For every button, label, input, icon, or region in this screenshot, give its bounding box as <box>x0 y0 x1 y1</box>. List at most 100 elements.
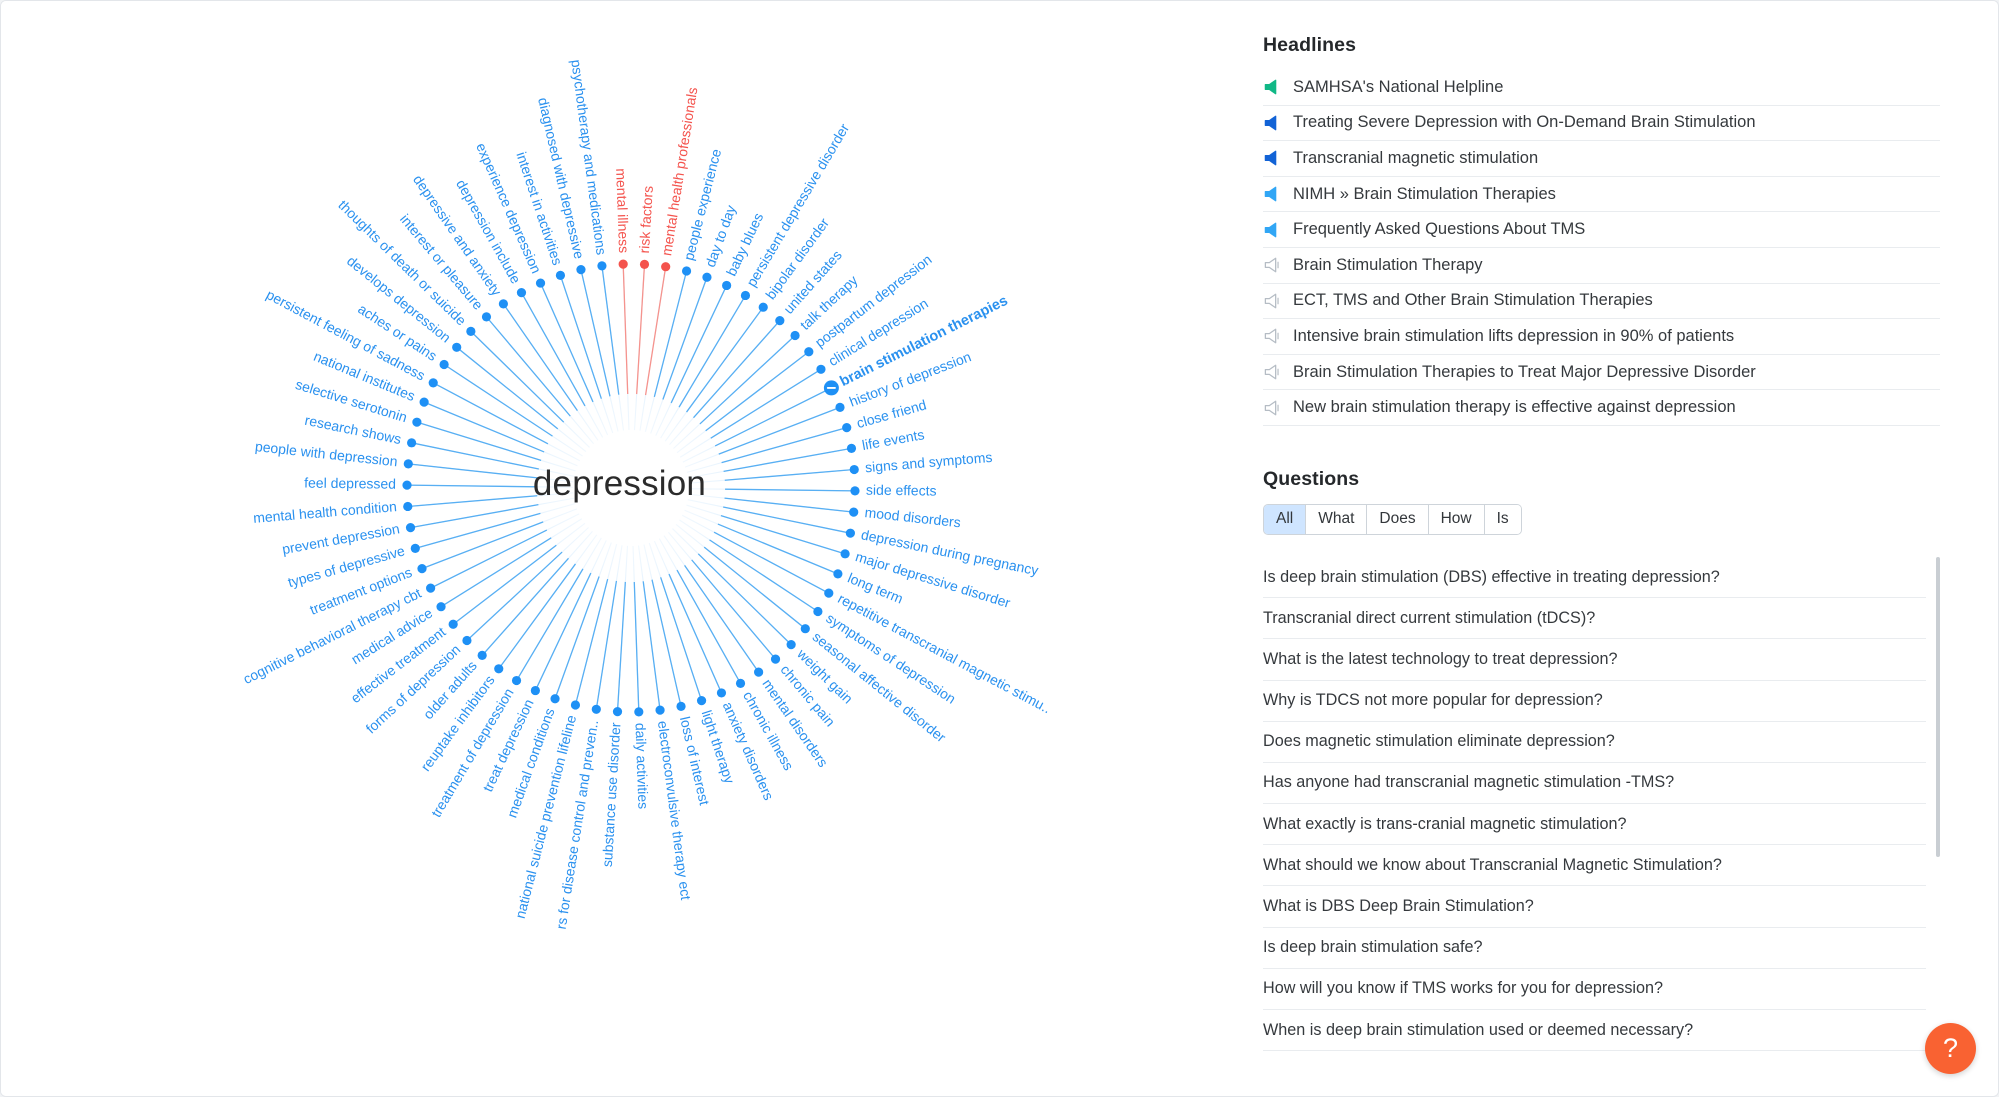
graph-node-dot[interactable] <box>530 685 540 696</box>
graph-node-label[interactable]: life events <box>861 426 926 453</box>
graph-node-dot[interactable] <box>597 261 607 271</box>
graph-node-dot[interactable] <box>850 486 860 496</box>
graph-node-dot[interactable] <box>612 706 623 717</box>
question-row[interactable]: Does magnetic stimulation eliminate depr… <box>1263 722 1926 763</box>
question-row[interactable]: Transcranial direct current stimulation … <box>1263 598 1926 640</box>
graph-node-dot[interactable] <box>426 583 436 593</box>
graph-node-dot[interactable] <box>842 423 852 433</box>
graph-node-label[interactable]: side effects <box>866 482 937 499</box>
graph-node-dot[interactable] <box>410 543 420 553</box>
question-row[interactable]: Has anyone had transcranial magnetic sti… <box>1263 763 1926 805</box>
graph-node-dot[interactable] <box>754 667 764 677</box>
graph-node-dot[interactable] <box>786 640 796 650</box>
graph-node-dot[interactable] <box>716 688 727 698</box>
question-filter-is[interactable]: Is <box>1484 504 1521 534</box>
radial-keyword-graph[interactable]: mental illness risk factors mental health … <box>1 1 1238 1096</box>
graph-node-dot[interactable] <box>494 664 504 674</box>
question-filter-group[interactable]: All What Does How Is <box>1263 503 1522 535</box>
graph-node-label[interactable]: signs and symptoms <box>864 449 992 475</box>
graph-node-dot[interactable] <box>550 694 560 704</box>
graph-node-dot[interactable] <box>498 299 508 309</box>
graph-node-dot[interactable] <box>849 507 859 517</box>
graph-node-dot[interactable] <box>804 347 814 357</box>
graph-node-dot[interactable] <box>849 464 859 475</box>
question-row[interactable]: When is deep brain stimulation used or d… <box>1263 1010 1926 1052</box>
graph-node-dot[interactable] <box>634 707 644 717</box>
graph-node-dot[interactable] <box>419 397 429 407</box>
graph-node-dot[interactable] <box>775 315 785 326</box>
graph-node-dot[interactable] <box>735 678 746 688</box>
graph-node-dot[interactable] <box>676 701 686 711</box>
headline-row[interactable]: Treating Severe Depression with On-Deman… <box>1263 106 1940 142</box>
graph-node-label[interactable]: mental health condition <box>253 498 398 526</box>
graph-node-dot[interactable] <box>405 522 416 533</box>
graph-node-dot[interactable] <box>436 602 446 612</box>
graph-node-dot[interactable] <box>758 302 768 312</box>
graph-node-dot[interactable] <box>481 312 492 322</box>
graph-node-dot[interactable] <box>816 364 826 374</box>
graph-node-dot[interactable] <box>661 262 671 272</box>
help-button[interactable]: ? <box>1925 1023 1976 1074</box>
graph-node-dot[interactable] <box>516 288 527 298</box>
headline-row[interactable]: Intensive brain stimulation lifts depres… <box>1263 319 1940 355</box>
graph-node-dot[interactable] <box>800 624 810 634</box>
graph-node-label[interactable]: risk factors <box>636 185 656 254</box>
headline-row[interactable]: Frequently Asked Questions About TMS <box>1263 212 1940 248</box>
question-filter-does[interactable]: Does <box>1367 504 1429 534</box>
graph-node-dot[interactable] <box>407 438 417 448</box>
headline-row[interactable]: ECT, TMS and Other Brain Stimulation The… <box>1263 284 1940 320</box>
graph-node-dot[interactable] <box>511 675 522 686</box>
graph-node-dot[interactable] <box>833 569 843 579</box>
graph-node-dot[interactable] <box>702 272 712 282</box>
graph-node-dot[interactable] <box>835 402 845 412</box>
headline-row[interactable]: NIMH » Brain Stimulation Therapies <box>1263 177 1940 213</box>
graph-node-dot[interactable] <box>448 619 458 629</box>
question-row[interactable]: Why is TDCS not more popular for depress… <box>1263 681 1926 722</box>
graph-node-dot[interactable] <box>846 443 857 454</box>
graph-node-dot[interactable] <box>790 330 800 341</box>
graph-node-dot[interactable] <box>681 266 692 276</box>
question-row[interactable]: How will you know if TMS works for you f… <box>1263 969 1926 1010</box>
graph-node-dot[interactable] <box>770 654 781 664</box>
graph-node-dot[interactable] <box>824 588 834 598</box>
graph-node-dot[interactable] <box>466 326 476 336</box>
graph-node-dot[interactable] <box>696 695 707 706</box>
headline-row[interactable]: New brain stimulation therapy is effecti… <box>1263 390 1940 426</box>
question-row[interactable]: What should we know about Transcranial M… <box>1263 845 1926 887</box>
graph-node-dot[interactable] <box>570 700 581 710</box>
graph-node-label[interactable]: mood disorders <box>864 504 962 530</box>
graph-node-dot[interactable] <box>477 650 487 661</box>
questions-list[interactable]: Is deep brain stimulation (DBS) effectiv… <box>1263 556 1940 1052</box>
graph-node-dot[interactable] <box>417 564 427 574</box>
question-filter-how[interactable]: How <box>1428 504 1485 534</box>
headline-row[interactable]: SAMHSA's National Helpline <box>1263 70 1940 106</box>
graph-node-dot[interactable] <box>845 528 855 538</box>
graph-node-label[interactable]: people with depression <box>254 438 398 469</box>
graph-node-dot[interactable] <box>740 290 751 301</box>
graph-node-dot[interactable] <box>618 259 628 269</box>
question-row[interactable]: Is deep brain stimulation (DBS) effectiv… <box>1263 557 1926 599</box>
question-row[interactable]: What is DBS Deep Brain Stimulation? <box>1263 886 1926 928</box>
graph-node-dot[interactable] <box>655 705 665 715</box>
question-row[interactable]: What is the latest technology to treat d… <box>1263 639 1926 681</box>
graph-node-dot[interactable] <box>452 342 462 352</box>
graph-node-dot[interactable] <box>639 259 650 270</box>
question-filter-what[interactable]: What <box>1306 504 1368 534</box>
graph-node-dot[interactable] <box>555 270 566 281</box>
graph-node-dot[interactable] <box>402 480 412 490</box>
graph-node-dot[interactable] <box>591 704 601 714</box>
graph-node-label[interactable]: daily activities <box>633 723 652 810</box>
graph-node-dot[interactable] <box>462 635 472 646</box>
graph-node-dot[interactable] <box>403 459 413 469</box>
graph-node-dot[interactable] <box>840 549 850 559</box>
graph-node-dot[interactable] <box>722 280 732 291</box>
headline-row[interactable]: Brain Stimulation Therapy <box>1263 248 1940 284</box>
graph-svg[interactable]: mental illness risk factors mental health … <box>1 1 1238 1096</box>
graph-node-dot[interactable] <box>439 359 449 370</box>
graph-node-label[interactable]: mental illness <box>613 168 632 253</box>
question-row[interactable]: Is deep brain stimulation safe? <box>1263 928 1926 969</box>
headline-row[interactable]: Transcranial magnetic stimulation <box>1263 141 1940 177</box>
graph-node-label[interactable]: substance use disorder <box>599 722 624 868</box>
graph-node-dot[interactable] <box>535 278 546 288</box>
question-filter-all[interactable]: All <box>1264 504 1307 534</box>
